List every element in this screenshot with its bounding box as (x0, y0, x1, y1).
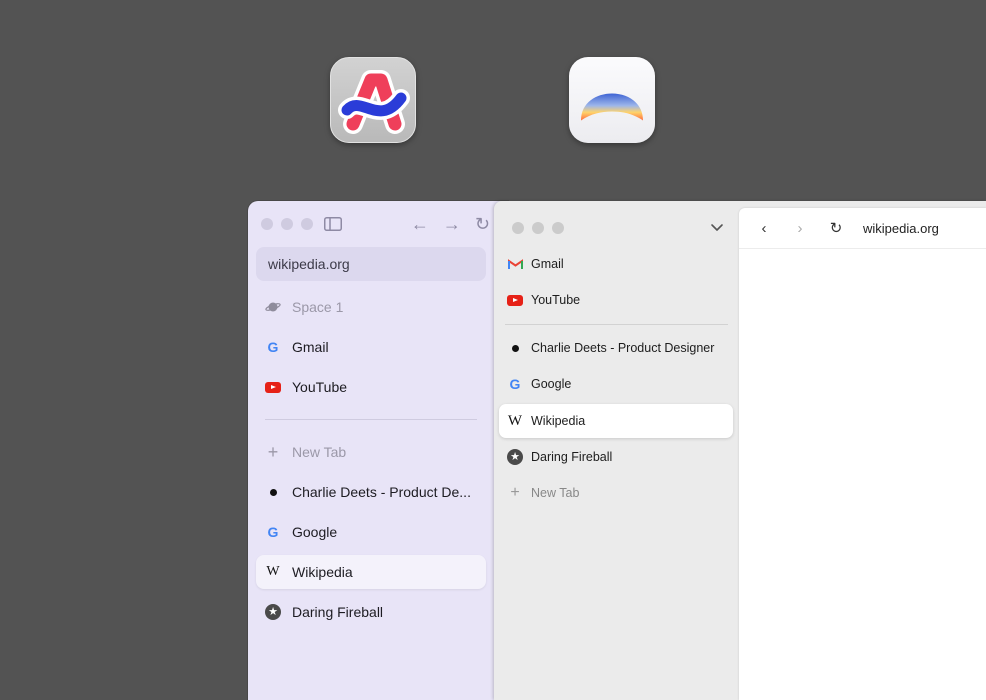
youtube-icon (507, 294, 523, 306)
plus-icon: + (267, 441, 279, 462)
tab-item-selected[interactable]: W Wikipedia (256, 555, 486, 589)
bullet-icon (269, 488, 277, 496)
tab-item-selected[interactable]: W Wikipedia (499, 404, 733, 438)
reload-icon[interactable]: ↻ (825, 219, 847, 237)
pinned-item-gmail[interactable]: Gmail (499, 247, 733, 281)
back-chevron-icon[interactable]: ‹ (753, 220, 775, 237)
pinned-item-gmail[interactable]: G Gmail (256, 330, 486, 364)
web-content[interactable]: ‹ › ↻ wikipedia.org (739, 208, 986, 700)
plus-icon: + (510, 484, 520, 501)
tab-item[interactable]: ★ Daring Fireball (499, 440, 733, 474)
divider (265, 419, 477, 420)
url-field[interactable]: wikipedia.org (863, 221, 939, 236)
new-tab-button[interactable]: + New Tab (499, 476, 733, 510)
close-dot[interactable] (261, 218, 273, 230)
forward-chevron-icon[interactable]: › (789, 220, 811, 237)
divider (505, 324, 728, 325)
pinned-item-youtube[interactable]: YouTube (499, 283, 733, 317)
toolbar: ‹ › ↻ wikipedia.org (739, 208, 986, 249)
sunrise-logo-icon[interactable] (569, 57, 655, 143)
google-icon: G (267, 524, 279, 540)
arc-window: ← → ↻ wikipedia.org Space 1 G Gmail YouT… (248, 201, 508, 700)
google-icon: G (267, 339, 279, 355)
close-dot[interactable] (512, 222, 524, 234)
wikipedia-icon: W (266, 564, 280, 579)
tab-item[interactable]: Charlie Deets - Product De... (256, 475, 486, 509)
zoom-dot[interactable] (301, 218, 313, 230)
tab-item[interactable]: ★ Daring Fireball (256, 595, 486, 629)
address-bar[interactable]: wikipedia.org (256, 247, 486, 281)
youtube-icon (265, 381, 281, 393)
star-icon: ★ (507, 449, 523, 465)
google-icon: G (509, 376, 521, 392)
bullet-icon (511, 344, 519, 352)
wikipedia-icon: W (507, 412, 523, 429)
chevron-down-icon[interactable] (710, 219, 724, 235)
new-tab-button[interactable]: + New Tab (256, 435, 486, 469)
pinned-item-youtube[interactable]: YouTube (256, 370, 486, 404)
sidebar-toggle-icon[interactable] (324, 215, 342, 236)
tab-item[interactable]: G Google (499, 367, 733, 401)
back-arrow-icon[interactable]: ← (411, 214, 429, 235)
forward-arrow-icon[interactable]: → (443, 214, 461, 235)
reload-icon[interactable]: ↻ (475, 214, 490, 235)
star-icon: ★ (265, 604, 281, 620)
tab-item[interactable]: Charlie Deets - Product Designer (499, 331, 733, 365)
minimize-dot[interactable] (532, 222, 544, 234)
planet-icon (264, 300, 282, 314)
zoom-dot[interactable] (552, 222, 564, 234)
space-label[interactable]: Space 1 (256, 290, 486, 324)
window-controls[interactable] (261, 218, 313, 230)
safari-window: Gmail YouTube Charlie Deets - Product De… (494, 201, 986, 700)
gmail-icon (507, 258, 523, 270)
minimize-dot[interactable] (281, 218, 293, 230)
tab-item[interactable]: G Google (256, 515, 486, 549)
arc-logo-icon[interactable] (330, 57, 416, 143)
window-controls[interactable] (512, 222, 564, 234)
